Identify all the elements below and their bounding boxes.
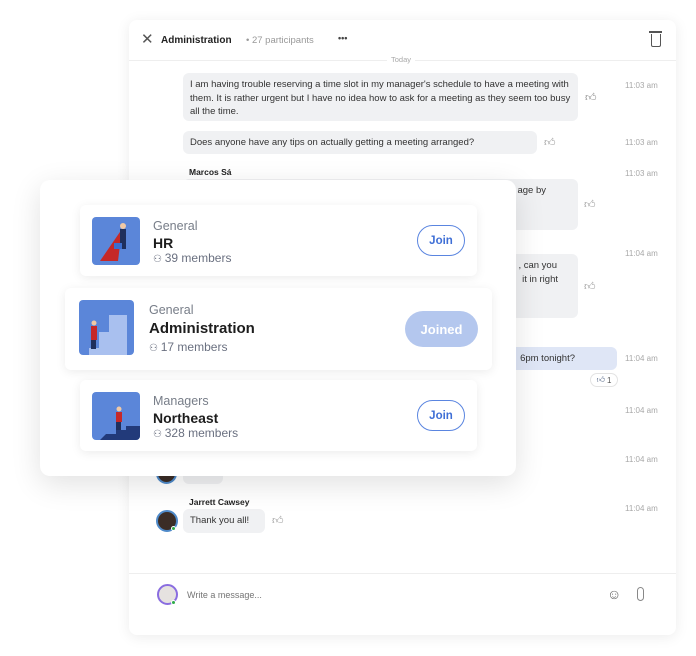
group-category: Managers <box>153 394 209 408</box>
online-indicator <box>171 600 176 605</box>
message-time: 11:04 am <box>625 504 658 513</box>
group-card-northeast[interactable]: Managers Northeast ⚇ 328 members Join <box>80 380 477 451</box>
member-count: 328 members <box>164 426 239 440</box>
group-members: ⚇ 17 members <box>149 340 227 354</box>
trash-icon[interactable] <box>649 31 662 47</box>
group-members: ⚇ 39 members <box>153 251 231 265</box>
message-bubble: I am having trouble reserving a time slo… <box>183 73 578 121</box>
reaction-count: 1 <box>606 375 612 385</box>
online-indicator <box>171 526 176 531</box>
more-options-icon[interactable]: ••• <box>338 33 347 43</box>
member-count: 39 members <box>164 251 232 265</box>
thumbs-up-icon[interactable]: 👍︎ <box>584 198 596 211</box>
message-time: 11:03 am <box>625 169 658 178</box>
group-name: Northeast <box>153 410 219 426</box>
group-name: Administration <box>149 320 255 337</box>
joined-button[interactable]: Joined <box>405 311 478 347</box>
group-thumbnail <box>92 217 140 265</box>
group-card-hr[interactable]: General HR ⚇ 39 members Join <box>80 205 477 276</box>
join-button[interactable]: Join <box>417 225 465 256</box>
thumbs-up-icon[interactable]: 👍︎ <box>584 280 596 293</box>
composer-divider <box>129 573 676 574</box>
group-category: General <box>153 219 198 233</box>
person-icon: ⚇ <box>153 429 165 440</box>
person-icon: ⚇ <box>149 343 161 354</box>
close-icon[interactable]: ✕ <box>141 32 154 47</box>
message-input[interactable] <box>187 587 587 603</box>
group-thumbnail <box>92 392 140 440</box>
member-count: 17 members <box>160 340 228 354</box>
message-time: 11:04 am <box>625 354 658 363</box>
emoji-icon[interactable]: ☺ <box>607 586 621 602</box>
date-divider: Today <box>387 55 416 64</box>
message-bubble: Thank you all! <box>183 509 265 533</box>
message-time: 11:04 am <box>625 406 658 415</box>
paperclip-icon[interactable] <box>637 587 644 601</box>
message-text: age by <box>517 185 546 196</box>
person-icon: ⚇ <box>153 254 165 265</box>
sender-name: Marcos Sá <box>189 167 232 177</box>
message-time: 11:04 am <box>625 455 658 464</box>
sender-name: Jarrett Cawsey <box>189 497 250 507</box>
group-category: General <box>149 303 194 317</box>
reaction-badge[interactable]: 👍︎ 1 <box>590 373 618 387</box>
message-time: 11:03 am <box>625 81 658 90</box>
message-time: 11:03 am <box>625 138 658 147</box>
chat-title: Administration <box>161 35 232 46</box>
thumbs-up-icon[interactable]: 👍︎ <box>272 514 284 527</box>
group-thumbnail <box>79 300 134 355</box>
group-members: ⚇ 328 members <box>153 426 238 440</box>
participants-count[interactable]: • 27 participants <box>246 35 314 46</box>
message-text: 6pm tonight? <box>520 353 575 364</box>
message-bubble: Does anyone have any tips on actually ge… <box>183 131 537 154</box>
thumbs-up-filled-icon: 👍︎ <box>596 375 605 384</box>
join-button[interactable]: Join <box>417 400 465 431</box>
thumbs-up-filled-icon[interactable]: 👍︎ <box>585 91 597 104</box>
group-card-administration[interactable]: General Administration ⚇ 17 members Join… <box>65 288 492 370</box>
thumbs-up-icon[interactable]: 👍︎ <box>544 136 556 149</box>
group-name: HR <box>153 235 174 251</box>
message-time: 11:04 am <box>625 249 658 258</box>
